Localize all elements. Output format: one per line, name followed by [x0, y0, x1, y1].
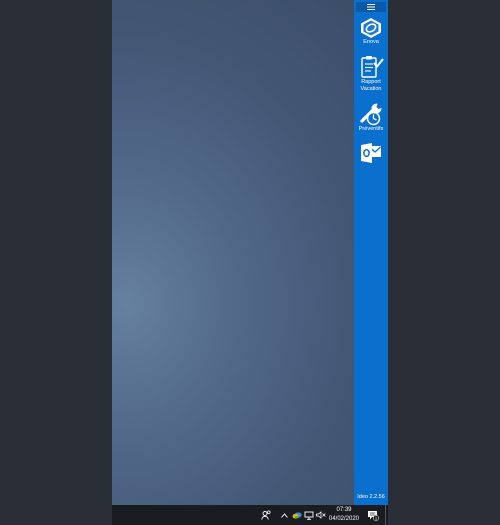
clock-date: 04/02/2020 — [328, 515, 360, 522]
sidebar-item-label: Enova — [363, 39, 379, 45]
sidebar-item-label: Préventifs — [358, 126, 384, 132]
network-button[interactable] — [303, 505, 314, 525]
wrench-clock-icon — [360, 103, 382, 126]
onedrive-icon — [292, 512, 302, 519]
sidebar-item-label-line1: Rapport — [361, 79, 381, 85]
action-center-button[interactable]: 1 — [366, 505, 380, 525]
app-sidebar: Enova Rapport Vacation Préventifs Ideo 2… — [354, 0, 388, 505]
notification-icon: 1 — [368, 510, 379, 521]
clock-time: 07:39 — [336, 507, 352, 513]
outlook-icon — [361, 143, 381, 163]
onedrive-button[interactable] — [291, 505, 302, 525]
network-icon — [304, 511, 313, 520]
clipboard-check-icon — [361, 56, 384, 78]
show-desktop-button[interactable] — [385, 505, 388, 525]
sidebar-item-rapport-vacation[interactable]: Rapport Vacation — [354, 55, 388, 93]
sidebar-item-preventifs[interactable]: Préventifs — [354, 102, 388, 133]
enova-logo-icon — [361, 18, 381, 38]
clock[interactable]: 07:39 04/02/2020 — [326, 506, 362, 523]
sidebar-item-outlook[interactable] — [354, 142, 388, 164]
people-button[interactable] — [259, 505, 273, 525]
desktop-screen: Enova Rapport Vacation Préventifs Ideo 2… — [112, 0, 388, 525]
volume-button[interactable] — [315, 505, 326, 525]
sidebar-item-label-line2: Vacation — [360, 86, 382, 92]
hamburger-icon — [367, 4, 375, 10]
notification-count: 1 — [375, 516, 377, 520]
app-version: Ideo 2.2.56 — [357, 494, 385, 500]
volume-muted-icon — [315, 511, 326, 519]
taskbar: 07:39 04/02/2020 1 — [112, 505, 388, 525]
people-icon — [261, 510, 271, 520]
menu-button[interactable] — [356, 2, 386, 12]
show-hidden-icons-button[interactable] — [279, 505, 289, 525]
chevron-up-icon — [280, 512, 288, 518]
sidebar-item-enova[interactable]: Enova — [354, 17, 388, 46]
